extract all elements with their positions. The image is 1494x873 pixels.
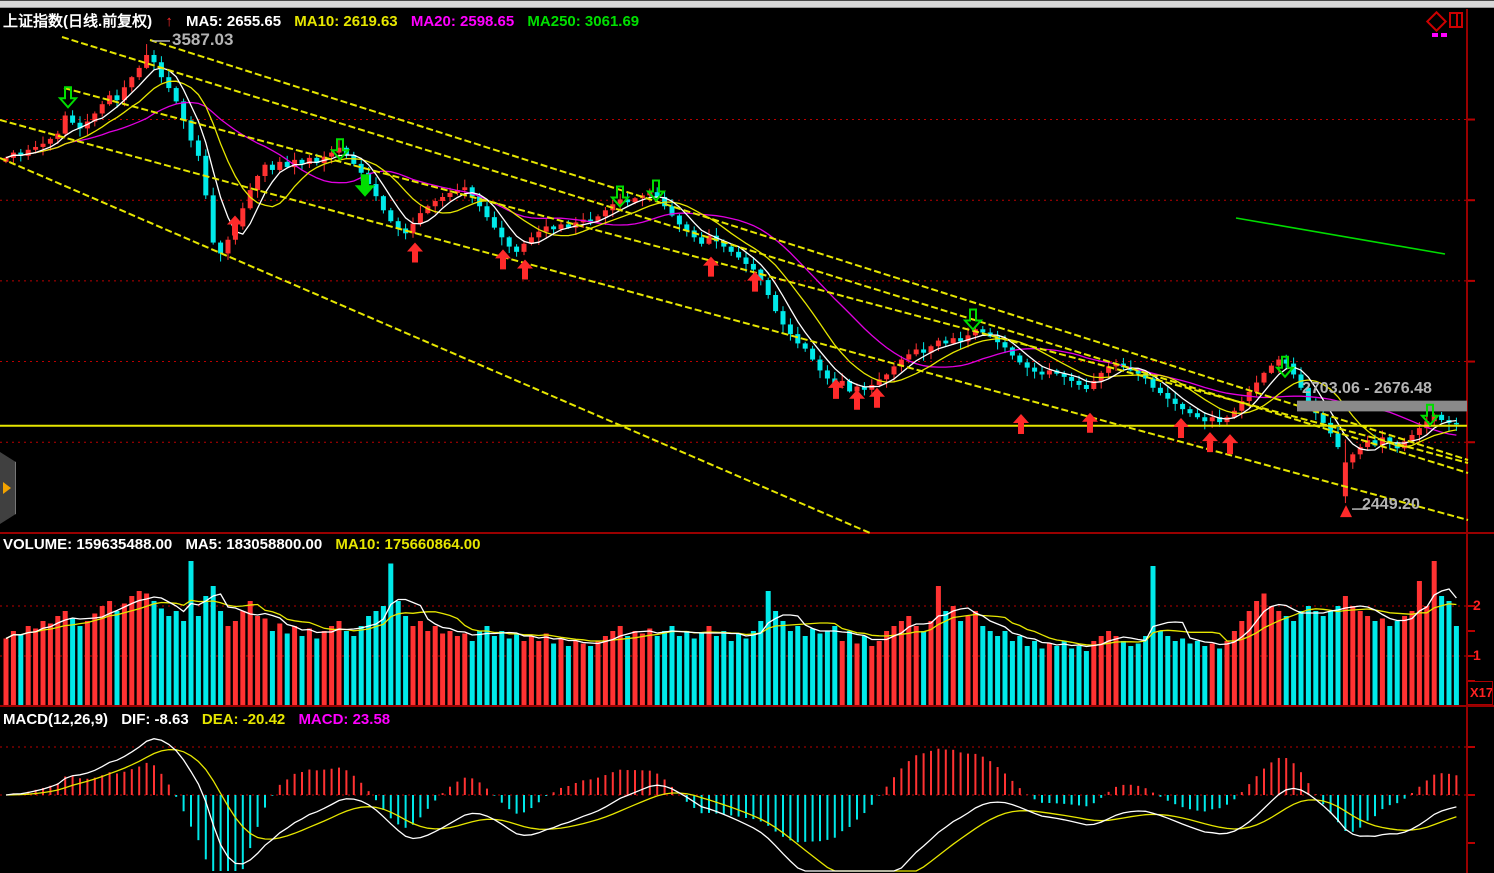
macd-header: MACD(12,26,9) DIF: -8.63 DEA: -20.42 MAC… xyxy=(3,711,399,728)
split-window-divider xyxy=(1456,14,1458,26)
high-price-label: 3587.03 xyxy=(172,30,233,50)
trading-app-window: 上证指数(日线.前复权) ↑ MA5: 2655.65 MA10: 2619.6… xyxy=(0,0,1494,873)
macd-name: MACD(12,26,9) xyxy=(3,711,108,728)
macd-value: MACD: 23.58 xyxy=(298,711,390,728)
chart-canvas[interactable] xyxy=(0,0,1494,873)
volume-header: VOLUME: 159635488.00 MA5: 183058800.00 M… xyxy=(3,536,489,553)
gap-zone-label: 2703.06 - 2676.48 xyxy=(1302,380,1432,398)
dea-value: DEA: -20.42 xyxy=(202,711,285,728)
ma250-value: MA250: 3061.69 xyxy=(527,13,639,30)
left-panel-handle[interactable] xyxy=(0,452,16,524)
ma10-value: MA10: 2619.63 xyxy=(294,13,397,30)
volume-value: VOLUME: 159635488.00 xyxy=(3,536,172,553)
volume-axis-100m: 1 xyxy=(1473,647,1481,663)
volume-ma5-value: MA5: 183058800.00 xyxy=(185,536,322,553)
volume-axis-200m: 2 xyxy=(1473,597,1481,613)
ma20-value: MA20: 2598.65 xyxy=(411,13,514,30)
instrument-title: 上证指数(日线.前复权) xyxy=(3,13,152,30)
magenta-marker-icon xyxy=(1441,33,1447,37)
magenta-marker-icon xyxy=(1432,33,1438,37)
volume-ma10-value: MA10: 175660864.00 xyxy=(335,536,480,553)
low-price-label: 2449.20 xyxy=(1362,496,1420,514)
ma5-value: MA5: 2655.65 xyxy=(186,13,281,30)
main-chart-header: 上证指数(日线.前复权) ↑ MA5: 2655.65 MA10: 2619.6… xyxy=(3,10,648,31)
expand-arrow-icon xyxy=(3,482,11,494)
split-window-icon[interactable] xyxy=(1449,12,1463,28)
trend-up-icon: ↑ xyxy=(165,13,173,30)
dif-value: DIF: -8.63 xyxy=(121,711,189,728)
corner-indicator-badge: X17 xyxy=(1467,681,1493,705)
